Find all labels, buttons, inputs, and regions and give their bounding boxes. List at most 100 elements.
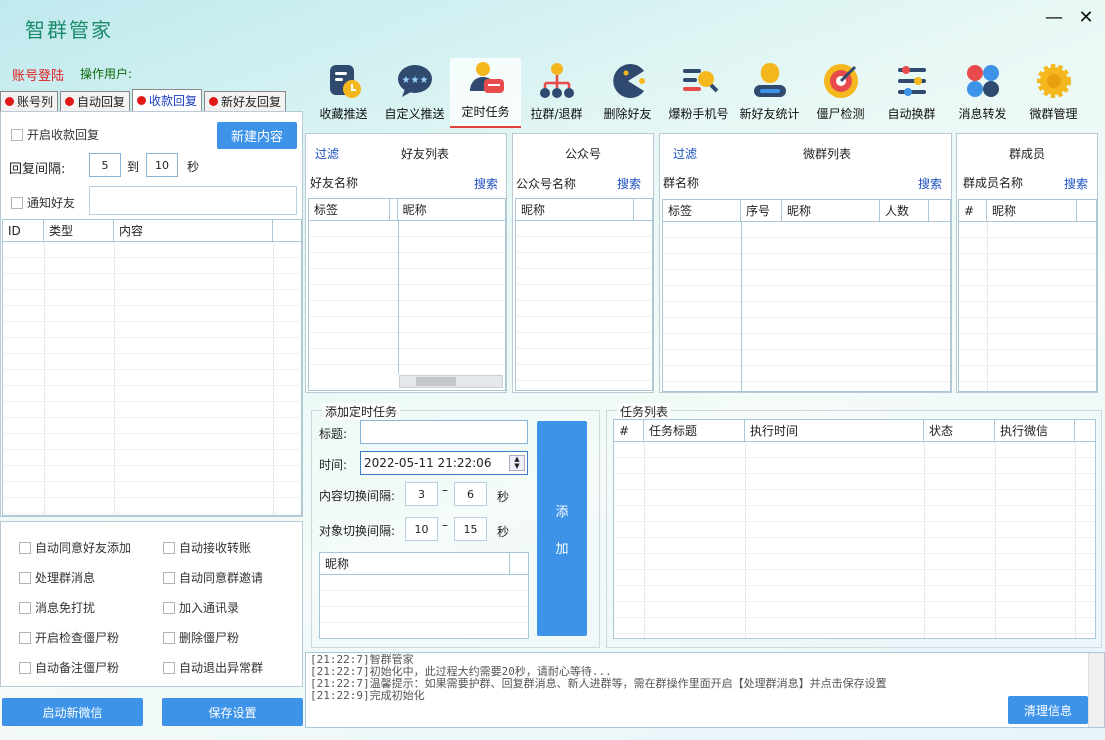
column-header[interactable]: 序号	[741, 200, 782, 221]
official-search-link[interactable]: 搜索	[617, 175, 641, 192]
column-header[interactable]: 昵称	[516, 199, 634, 220]
minimize-button[interactable]: —	[1044, 8, 1064, 28]
tool-pull-quit-group[interactable]: 拉群/退群	[521, 58, 592, 128]
checkbox-label: 自动同意好友添加	[35, 541, 132, 555]
column-header[interactable]: #	[614, 420, 644, 441]
horizontal-scrollbar[interactable]	[399, 375, 503, 388]
log-scrollbar[interactable]	[1088, 653, 1104, 727]
column-header[interactable]: 昵称	[398, 199, 505, 220]
column-header[interactable]: 执行微信	[995, 420, 1075, 441]
new-content-button[interactable]: 新建内容	[217, 122, 297, 149]
task-time-picker[interactable]: 2022-05-11 21:22:06 ▲ ▼	[360, 451, 528, 475]
interval-from-input[interactable]: 5	[89, 153, 121, 177]
add-task-button[interactable]: 添 加	[537, 421, 587, 636]
checkbox-label: 开启检查僵尸粉	[35, 631, 120, 645]
groups-search-link[interactable]: 搜索	[918, 175, 942, 192]
close-button[interactable]: ✕	[1076, 8, 1096, 28]
check-zombie-checkbox[interactable]: 开启检查僵尸粉	[19, 629, 119, 646]
auto-accept-friend-checkbox[interactable]: 自动同意好友添加	[19, 539, 131, 556]
members-table: # 昵称	[958, 199, 1097, 392]
tab-account-list[interactable]: 账号列	[0, 91, 59, 111]
column-header[interactable]: 昵称	[782, 200, 880, 221]
tab-new-friend-reply[interactable]: 新好友回复	[204, 91, 287, 111]
tool-scheduled-task[interactable]: 定时任务	[450, 58, 521, 128]
remark-zombie-checkbox[interactable]: 自动备注僵尸粉	[19, 659, 119, 676]
task-list-legend: 任务列表	[617, 403, 672, 420]
tool-label: 爆粉手机号	[668, 107, 729, 121]
member-name-label: 群成员名称	[963, 176, 1024, 190]
column-header[interactable]: 标签	[309, 199, 390, 220]
tool-custom-push[interactable]: ★★★ 自定义推送	[379, 58, 450, 128]
content-interval-from-input[interactable]: 3	[405, 482, 438, 506]
tool-label: 删除好友	[603, 107, 652, 121]
do-not-disturb-checkbox[interactable]: 消息免打扰	[19, 599, 95, 616]
checkbox-box	[19, 541, 31, 554]
scrollbar-thumb[interactable]	[416, 377, 456, 386]
column-header[interactable]: 任务标题	[644, 420, 745, 441]
tool-label: 消息转发	[958, 107, 1007, 121]
groups-table: 标签 序号 昵称 人数	[662, 199, 951, 392]
column-header[interactable]: #	[959, 200, 987, 221]
column-header[interactable]: 昵称	[320, 553, 510, 574]
notify-friend-input[interactable]	[89, 186, 297, 215]
quit-abnormal-group-checkbox[interactable]: 自动退出异常群	[163, 659, 263, 676]
column-header[interactable]: 状态	[924, 420, 995, 441]
status-dot-icon	[137, 96, 147, 105]
add-task-legend: 添加定时任务	[322, 403, 401, 420]
spinner-icon[interactable]: ▲ ▼	[509, 455, 525, 471]
notify-friend-checkbox[interactable]: 通知好友	[11, 194, 75, 211]
groups-title: 微群列表	[803, 147, 852, 161]
column-header[interactable]: 执行时间	[745, 420, 924, 441]
column-header[interactable]: 人数	[880, 200, 929, 221]
friends-filter-link[interactable]: 过滤	[315, 145, 339, 162]
tool-new-friend-stats[interactable]: 新好友统计	[734, 58, 805, 128]
column-header[interactable]: ID	[3, 220, 44, 241]
friends-search-link[interactable]: 搜索	[474, 175, 498, 192]
table-body	[309, 221, 505, 374]
clear-info-button[interactable]: 清理信息	[1008, 696, 1088, 724]
task-title-input[interactable]	[360, 420, 528, 444]
delete-zombie-checkbox[interactable]: 删除僵尸粉	[163, 629, 239, 646]
org-tree-icon	[539, 63, 574, 98]
tab-label: 收款回复	[149, 94, 198, 108]
groups-filter-link[interactable]: 过滤	[673, 145, 697, 162]
status-dot-icon	[209, 97, 219, 106]
add-contacts-checkbox[interactable]: 加入通讯录	[163, 599, 239, 616]
log-area[interactable]: [21:22:7]智群管家 [21:22:7]初始化中，此过程大约需要20秒，请…	[305, 652, 1105, 728]
tool-phone-fans[interactable]: 爆粉手机号	[663, 58, 734, 128]
interval-to-input[interactable]: 10	[146, 153, 178, 177]
table-body	[516, 221, 652, 390]
tab-auto-reply[interactable]: 自动回复	[60, 91, 131, 111]
members-search-link[interactable]: 搜索	[1064, 175, 1088, 192]
tool-auto-switch-group[interactable]: 自动换群	[876, 58, 947, 128]
checkbox-box	[163, 601, 175, 614]
checkbox-box	[163, 541, 175, 554]
checkbox-label: 处理群消息	[35, 571, 96, 585]
column-header[interactable]: 昵称	[987, 200, 1077, 221]
column-divider	[44, 242, 45, 515]
tool-group-manage[interactable]: 微群管理	[1018, 58, 1089, 128]
friends-panel: 过滤 好友列表 好友名称 搜索 标签 昵称	[305, 133, 507, 393]
content-interval-to-input[interactable]: 6	[454, 482, 487, 506]
auto-accept-group-invite-checkbox[interactable]: 自动同意群邀请	[163, 569, 263, 586]
tool-message-forward[interactable]: 消息转发	[947, 58, 1018, 128]
save-settings-button[interactable]: 保存设置	[162, 698, 303, 726]
checkbox-box	[163, 631, 175, 644]
task-target-table: 昵称	[319, 552, 529, 639]
search-list-icon	[682, 69, 718, 93]
handle-group-msg-checkbox[interactable]: 处理群消息	[19, 569, 95, 586]
column-header[interactable]: 类型	[44, 220, 114, 241]
tool-zombie-detect[interactable]: 僵尸检测	[805, 58, 876, 128]
account-login-label[interactable]: 账号登陆	[12, 65, 64, 84]
column-header[interactable]: 内容	[114, 220, 273, 241]
start-new-wechat-button[interactable]: 启动新微信	[2, 698, 143, 726]
tool-favorites-push[interactable]: 收藏推送	[308, 58, 379, 128]
tab-label: 自动回复	[77, 95, 126, 109]
tool-delete-friends[interactable]: 删除好友	[592, 58, 663, 128]
column-header[interactable]: 标签	[663, 200, 741, 221]
enable-receipt-reply-checkbox[interactable]: 开启收款回复	[11, 126, 99, 143]
tab-receipt-reply[interactable]: 收款回复	[132, 89, 203, 111]
auto-receive-transfer-checkbox[interactable]: 自动接收转账	[163, 539, 251, 556]
object-interval-from-input[interactable]: 10	[405, 517, 438, 541]
object-interval-to-input[interactable]: 15	[454, 517, 487, 541]
